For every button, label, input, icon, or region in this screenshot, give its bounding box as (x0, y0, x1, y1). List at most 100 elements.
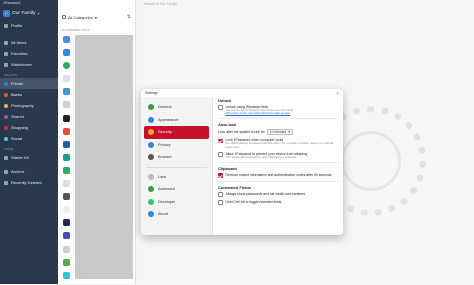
sidebar-item-all-items[interactable]: All Items (0, 37, 58, 48)
item-icon[interactable] (63, 62, 70, 70)
vault-icon (4, 103, 8, 108)
sidebar-item-label: Watchtower (11, 62, 32, 67)
sidebar-item-starter-kit[interactable]: Starter Kit (0, 152, 58, 163)
close-icon[interactable]: × (336, 91, 339, 96)
vault-icon (4, 125, 8, 130)
item-icon[interactable] (63, 101, 70, 109)
settings-dialog: Settings × General Appearance Security P… (141, 89, 343, 235)
vault-icon (4, 81, 8, 86)
nav-label: Privacy (158, 142, 171, 147)
nav-about[interactable]: About (144, 208, 209, 221)
app-title: 1Password (3, 1, 21, 5)
trash-icon (4, 180, 8, 185)
vault-switcher[interactable]: F Our Family ▾ (0, 7, 58, 20)
palette-icon (148, 116, 154, 123)
grid-icon (4, 40, 8, 45)
sidebar-item-label: Banks (11, 92, 23, 97)
nav-labs[interactable]: Labs (144, 171, 209, 184)
sidebar-item-label: Favorites (11, 51, 28, 56)
item-icon[interactable] (63, 232, 70, 240)
item-icon[interactable] (63, 49, 70, 57)
concealed-title: Concealed Fields (218, 184, 251, 190)
item-icon[interactable] (63, 180, 70, 188)
sidebar-item-shared[interactable]: Shared (0, 111, 58, 122)
month-header: NOVEMBER 2023 (62, 28, 90, 32)
lock-on-lock-checkbox[interactable] (218, 138, 223, 144)
nav-advanced[interactable]: Advanced (144, 183, 209, 196)
item-icon[interactable] (63, 127, 70, 135)
windows-hello-checkbox[interactable] (218, 105, 223, 110)
nav-security[interactable]: Security (144, 126, 209, 139)
windows-hello-link[interactable]: 1Password. Learn more about Windows Hell… (226, 112, 294, 115)
item-icon[interactable] (63, 245, 70, 253)
clipboard-option: Remove copied information and authentica… (218, 173, 340, 178)
clipboard-title: Clipboard (218, 166, 237, 172)
sidebar-item-favorites[interactable]: Favorites (0, 48, 58, 59)
nav-general[interactable]: General (144, 101, 209, 114)
sidebar-item-social[interactable]: Social (0, 133, 58, 144)
dialog-titlebar: Settings × (141, 89, 343, 97)
nav-label: Developer (158, 199, 176, 204)
item-icon[interactable] (63, 271, 70, 279)
vault-name: Our Family (12, 11, 36, 16)
item-icon[interactable] (63, 193, 70, 201)
allow-sleep-checkbox[interactable] (218, 152, 223, 157)
autolock-title: Auto-lock (218, 122, 237, 128)
tag-icon (4, 155, 8, 160)
sidebar-item-recently-deleted[interactable]: Recently Deleted (0, 177, 58, 188)
sidebar-item-shopping[interactable]: Shopping (0, 122, 58, 133)
nav-divider (146, 166, 207, 168)
sidebar-item-label: Starter Kit (11, 155, 29, 160)
always-show-label: Always show passwords and full credit ca… (225, 191, 306, 196)
advanced-icon (148, 186, 154, 193)
windows-hello-option: Unlock using Windows Hello You need to s… (218, 105, 340, 115)
item-icon[interactable] (63, 88, 70, 96)
item-icon[interactable] (63, 140, 70, 148)
item-icons (63, 36, 72, 285)
sidebar-item-label: Private (11, 81, 24, 86)
item-icon[interactable] (63, 206, 70, 214)
watermark-inner (341, 131, 401, 191)
category-label: All Categories (68, 14, 93, 20)
security-settings: Unlock Unlock using Windows Hello You ne… (218, 97, 340, 208)
always-show-checkbox[interactable] (218, 192, 223, 197)
sort-icon[interactable]: ⇅ (127, 14, 131, 20)
vault-avatar: F (3, 10, 10, 17)
item-icon[interactable] (63, 75, 70, 83)
category-selector[interactable]: All Categories ▾ (62, 15, 97, 20)
item-icon[interactable] (63, 219, 70, 227)
lock-on-lock-option: Lock 1Password when computer locks For a… (218, 138, 340, 149)
clipboard-checkbox[interactable] (218, 173, 223, 178)
shield-icon (148, 141, 154, 148)
sidebar-item-banks[interactable]: Banks (0, 89, 58, 100)
sidebar-item-private[interactable]: Private (0, 78, 58, 89)
nav-label: General (158, 105, 172, 110)
item-icon[interactable] (63, 153, 70, 161)
sidebar-item-label: Archive (11, 169, 25, 174)
item-icon[interactable] (63, 114, 70, 122)
redacted-item-list (75, 35, 133, 279)
nav-appearance[interactable]: Appearance (144, 114, 209, 127)
item-icon[interactable] (63, 36, 70, 43)
lock-on-lock-description: For added security, 1Password will lock … (225, 142, 335, 149)
hold-ctrl-checkbox[interactable] (218, 200, 223, 205)
sidebar-item-label: Recently Deleted (11, 180, 42, 185)
lock-icon (148, 129, 154, 136)
sidebar-item-photography[interactable]: Photography (0, 100, 58, 111)
dialog-title: Settings (145, 91, 158, 95)
item-icon[interactable] (63, 258, 70, 266)
idle-time-select[interactable]: 10 minutes ▾ (266, 129, 294, 136)
idle-time-value: 10 minutes (269, 130, 287, 135)
sidebar-item-profile[interactable]: Profile (0, 20, 58, 31)
nav-privacy[interactable]: Privacy (144, 139, 209, 152)
nav-developer[interactable]: Developer (144, 196, 209, 209)
always-show-option: Always show passwords and full credit ca… (218, 192, 340, 197)
sidebar-item-label: All Items (11, 40, 27, 45)
chevron-down-icon: ▾ (37, 11, 40, 16)
search-input[interactable]: Search in Our Family (144, 2, 177, 6)
sidebar-item-archive[interactable]: Archive (0, 166, 58, 177)
nav-browser[interactable]: Browser (144, 151, 209, 164)
nav-label: About (158, 212, 168, 217)
sidebar-item-watchtower[interactable]: Watchtower (0, 59, 58, 70)
item-icon[interactable] (63, 166, 70, 174)
